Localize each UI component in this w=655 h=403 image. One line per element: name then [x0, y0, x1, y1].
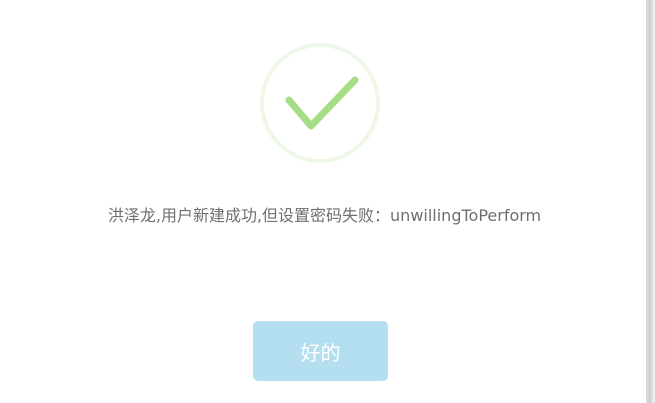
window-edge — [649, 0, 655, 403]
ok-button[interactable]: 好的 — [253, 321, 388, 381]
success-checkmark-icon — [259, 42, 381, 164]
dialog-message: 洪泽龙,用户新建成功,但设置密码失败：unwillingToPerform — [107, 206, 542, 225]
alert-dialog: 洪泽龙,用户新建成功,但设置密码失败：unwillingToPerform 好的 — [0, 0, 649, 403]
